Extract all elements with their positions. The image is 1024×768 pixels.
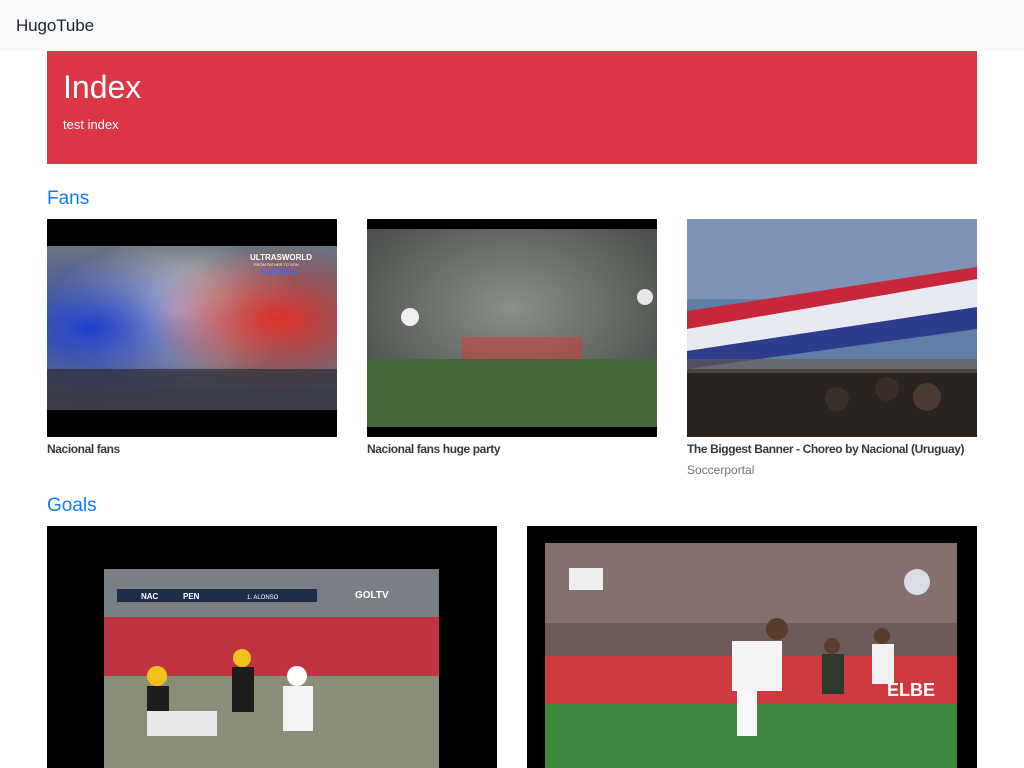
page-subtitle: test index [63, 117, 119, 132]
video-title[interactable]: The Biggest Banner - Choreo by Nacional … [687, 442, 977, 456]
ultrasworld-logo: ULTRASWORLD [250, 253, 312, 262]
video-thumbnail[interactable] [687, 219, 977, 437]
svg-text:NACIONAL: NACIONAL [261, 269, 299, 276]
video-thumbnail[interactable]: ELBE [527, 526, 977, 768]
svg-text:1. ALONSO: 1. ALONSO [247, 595, 279, 601]
section-title-goals[interactable]: Goals [47, 495, 97, 517]
hero-banner: Index test index [47, 51, 977, 164]
video-title[interactable]: Nacional fans huge party [367, 442, 657, 456]
video-card: The Biggest Banner - Choreo by Nacional … [687, 219, 977, 477]
svg-text:ELBE: ELBE [887, 680, 935, 700]
video-card: Nacional fans huge party [367, 219, 657, 456]
navbar: HugoTube [0, 0, 1024, 51]
video-card: ULTRASWORLD FROM FATHER TO SON NACIONAL … [47, 219, 337, 456]
video-thumbnail[interactable]: NAC PEN 1. ALONSO GOLTV [47, 526, 497, 768]
video-thumbnail[interactable]: ULTRASWORLD FROM FATHER TO SON NACIONAL [47, 219, 337, 437]
svg-text:FROM FATHER TO SON: FROM FATHER TO SON [254, 262, 299, 267]
main-container: Index test index Fans ULTRASWORLD FROM F… [47, 51, 977, 768]
video-card: NAC PEN 1. ALONSO GOLTV [47, 526, 497, 768]
video-title[interactable]: Nacional fans [47, 442, 337, 456]
page-title: Index [63, 69, 142, 105]
svg-text:PEN: PEN [183, 592, 200, 601]
brand-link[interactable]: HugoTube [16, 16, 94, 36]
svg-text:GOLTV: GOLTV [355, 590, 389, 601]
video-card: ELBE [527, 526, 977, 768]
svg-text:NAC: NAC [141, 592, 159, 601]
video-thumbnail[interactable] [367, 219, 657, 437]
video-channel[interactable]: Soccerportal [687, 463, 977, 477]
section-title-fans[interactable]: Fans [47, 188, 89, 210]
